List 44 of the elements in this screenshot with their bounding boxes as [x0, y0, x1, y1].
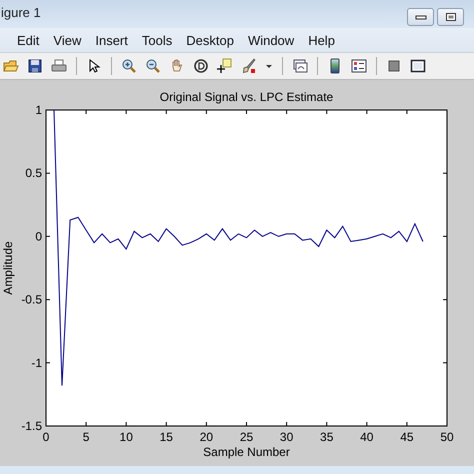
tick-label: 30 [280, 430, 294, 444]
zoom-out-icon[interactable] [145, 58, 161, 74]
menu-item[interactable]: Tools [134, 32, 180, 48]
brush-icon[interactable] [241, 58, 257, 74]
open-folder-icon[interactable] [3, 58, 19, 74]
menu-item[interactable]: Insert [88, 32, 135, 48]
zoom-in-icon[interactable] [121, 58, 137, 74]
data-cursor-icon[interactable] [217, 58, 233, 74]
legend-icon[interactable] [351, 58, 367, 74]
hide-tools-icon[interactable] [386, 58, 402, 74]
tick-label: -1 [31, 356, 42, 370]
menu-item[interactable]: View [46, 32, 88, 48]
linked-plot-icon[interactable] [292, 58, 308, 74]
menu-item[interactable]: Window [240, 32, 302, 48]
maximize-icon [444, 12, 456, 22]
tick-label: 20 [200, 430, 214, 444]
save-icon[interactable] [27, 58, 43, 74]
chart-title: Original Signal vs. LPC Estimate [160, 90, 334, 104]
tick-label: 10 [120, 430, 133, 444]
tick-label: 45 [400, 430, 414, 444]
menu-item[interactable]: Edit [10, 32, 46, 48]
tick-label: -1.5 [21, 419, 42, 433]
axis-label: Sample Number [203, 445, 290, 459]
menu-item[interactable]: Desktop [179, 32, 241, 48]
menu-item[interactable]: Help [301, 32, 342, 48]
tick-label: 40 [360, 430, 374, 444]
tick-label: 0 [42, 430, 50, 444]
print-icon[interactable] [51, 58, 67, 74]
tick-label: -0.5 [21, 292, 42, 307]
tick-label: 25 [240, 430, 254, 444]
tick-label: 0.5 [25, 166, 42, 180]
tick-label: 15 [160, 430, 173, 444]
axis-label: Amplitude [1, 241, 15, 295]
tick-label: 5 [82, 430, 90, 444]
show-tools-icon[interactable] [410, 58, 426, 74]
maximize-button[interactable] [437, 8, 464, 26]
tick-label: 1 [35, 103, 42, 117]
tick-label: 35 [320, 430, 334, 444]
window-title: igure 1 [1, 5, 41, 20]
rotate-icon[interactable] [193, 58, 209, 74]
tick-label: 0 [35, 229, 42, 244]
minimize-button[interactable] [407, 8, 434, 26]
minimize-icon [414, 13, 426, 21]
tick-label: 50 [440, 430, 454, 444]
